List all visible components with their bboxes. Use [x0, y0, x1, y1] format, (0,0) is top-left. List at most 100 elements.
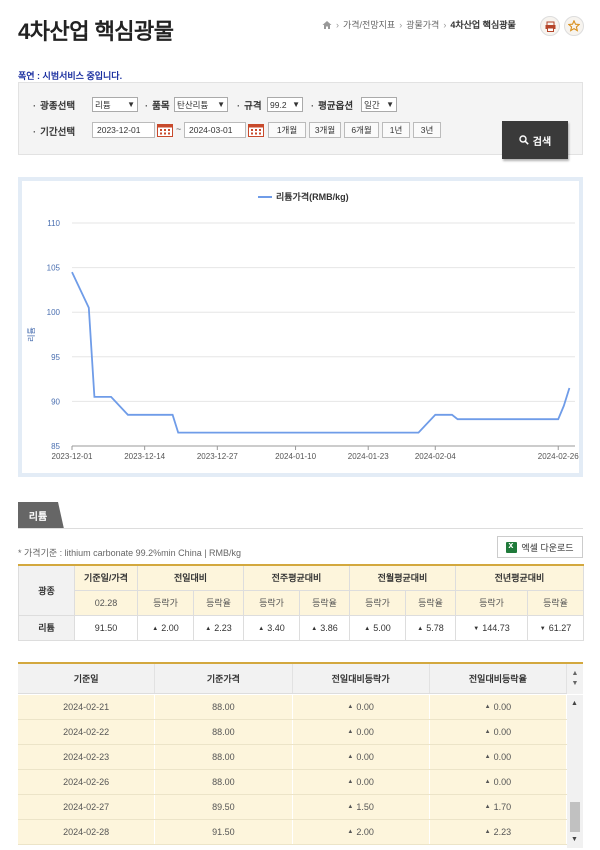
up-arrow-icon: ▲	[417, 625, 424, 632]
y-tick-label: 100	[47, 308, 61, 317]
up-arrow-icon: ▲	[484, 729, 491, 735]
summary-sub-header: 등락가	[349, 589, 406, 616]
summary-sub-header: 등락율	[405, 589, 456, 616]
avg-option-label: 평균옵션	[311, 98, 353, 112]
summary-value: 2.00	[161, 622, 179, 633]
spec-label: 규격	[237, 98, 261, 112]
y-tick-label: 105	[47, 264, 61, 273]
period-1year-button[interactable]: 1년	[382, 122, 410, 138]
detail-cell-rate: ▲ 0.00	[430, 720, 567, 744]
header-scroll-arrows: ▲ ▼	[567, 664, 583, 694]
detail-value: 0.00	[493, 752, 512, 762]
period-3month-button[interactable]: 3개월	[309, 122, 341, 138]
detail-header-date: 기준일	[18, 664, 156, 693]
avg-option-select[interactable]: 일간 ▼	[361, 97, 397, 112]
summary-value: 5.00	[373, 622, 391, 633]
summary-value: 3.40	[267, 622, 285, 633]
calendar-icon[interactable]	[157, 123, 173, 137]
period-6month-button[interactable]: 6개월	[344, 122, 379, 138]
y-tick-label: 95	[51, 353, 60, 362]
table-row: 2024-02-26 88.00 ▲ 0.00 ▲ 0.00	[18, 770, 567, 795]
table-row: 2024-02-28 91.50 ▲ 2.00 ▲ 2.23	[18, 820, 567, 845]
breadcrumb-separator: ›	[336, 19, 339, 30]
down-arrow-icon: ▼	[539, 625, 546, 632]
tab-divider	[18, 528, 583, 529]
summary-value: 5.78	[426, 622, 444, 633]
detail-value: 2024-02-26	[63, 777, 110, 787]
table-row: 2024-02-22 88.00 ▲ 0.00 ▲ 0.00	[18, 720, 567, 745]
chevron-down-icon: ▼	[127, 100, 135, 109]
price-chart-svg: 85 90 95 100 105 110 2023-12-01 2023-12-14 2023-…	[27, 191, 579, 461]
detail-cell-price: 88.00	[155, 695, 293, 719]
date-to-input[interactable]: 2024-03-01	[184, 122, 246, 138]
calendar-icon[interactable]	[248, 123, 264, 137]
y-tick-label: 85	[51, 442, 60, 451]
detail-value: 0.00	[493, 702, 512, 712]
detail-cell-date: 2024-02-27	[18, 795, 156, 819]
detail-value: 2024-02-22	[63, 727, 110, 737]
detail-cell-price: 91.50	[155, 820, 293, 844]
up-arrow-icon: ▲	[484, 829, 491, 835]
item-select[interactable]: 탄산리튬 ▼	[174, 97, 228, 112]
detail-value: 2024-02-28	[63, 827, 110, 837]
scrollbar[interactable]: ▲ ▼	[567, 695, 583, 848]
scroll-up-icon[interactable]: ▲	[571, 700, 578, 707]
summary-header-prev-year: 전년평균대비	[455, 564, 584, 591]
detail-value: 0.00	[356, 702, 374, 712]
detail-cell-date: 2024-02-28	[18, 820, 156, 844]
series-line	[71, 271, 571, 434]
detail-value: 0.00	[356, 752, 374, 762]
summary-mineral: 리튬	[18, 614, 75, 641]
detail-value: 88.00	[212, 727, 235, 737]
spec-select-value: 99.2	[270, 99, 287, 110]
detail-value: 0.00	[356, 777, 374, 787]
x-tick-label: 2023-12-01	[52, 452, 93, 461]
detail-value: 2.00	[356, 827, 374, 837]
up-arrow-icon: ▲	[484, 754, 491, 760]
detail-value: 2.23	[493, 827, 512, 837]
detail-cell-date: 2024-02-26	[18, 770, 156, 794]
excel-download-button[interactable]: 엑셀 다운로드	[497, 536, 583, 558]
y-axis-label: 리튬	[27, 327, 36, 342]
x-tick-label: 2024-02-04	[415, 452, 456, 461]
mineral-select[interactable]: 리튬 ▼	[92, 97, 138, 112]
detail-value: 1.50	[356, 802, 374, 812]
search-button-label: 검색	[532, 136, 552, 148]
summary-sub-header: 등락율	[299, 589, 350, 616]
summary-value: 3.86	[320, 622, 338, 633]
spec-select[interactable]: 99.2 ▼	[267, 97, 303, 112]
scrollbar-thumb[interactable]	[570, 802, 580, 832]
detail-cell-rate: ▲ 0.00	[430, 745, 567, 769]
period-3year-button[interactable]: 3년	[413, 122, 441, 138]
breadcrumb-separator: ›	[399, 19, 403, 30]
breadcrumb-item[interactable]: 가격/전망지표	[343, 18, 395, 31]
x-tick-label: 2023-12-27	[197, 452, 238, 461]
detail-value: 89.50	[212, 802, 235, 812]
scroll-down-icon[interactable]: ▼	[571, 836, 578, 843]
search-button[interactable]: 검색	[502, 121, 568, 159]
tab-slant-decoration	[58, 502, 64, 529]
detail-header-price: 기준가격	[155, 664, 293, 693]
detail-value: 91.50	[212, 827, 235, 837]
up-arrow-icon: ▲	[347, 829, 354, 835]
period-1month-button[interactable]: 1개월	[268, 122, 306, 138]
detail-header-rate: 전일대비등락율	[430, 664, 567, 693]
x-tick-label: 2024-02-26	[538, 452, 579, 461]
price-basis-note: * 가격기준 : lithium carbonate 99.2%min Chin…	[18, 548, 242, 558]
detail-cell-rate: ▲ 0.00	[430, 770, 567, 794]
summary-value-cell: ▲ 2.23	[193, 614, 244, 641]
up-arrow-icon: ▲	[484, 779, 491, 785]
detail-cell-price: 88.00	[155, 720, 293, 744]
table-row: 2024-02-21 88.00 ▲ 0.00 ▲ 0.00	[18, 695, 567, 720]
print-icon	[545, 21, 555, 32]
detail-cell-price: 89.50	[155, 795, 293, 819]
up-arrow-icon: ▲	[311, 625, 318, 632]
detail-cell-rate: ▲ 2.23	[430, 820, 567, 844]
favorite-button[interactable]	[564, 16, 584, 36]
home-icon[interactable]	[322, 20, 332, 30]
tab-lithium[interactable]: 리튬	[18, 502, 58, 529]
date-from-input[interactable]: 2023-12-01	[92, 122, 155, 138]
print-button[interactable]	[540, 16, 560, 36]
avg-option-select-value: 일간	[364, 99, 380, 110]
breadcrumb-item[interactable]: 광물가격	[406, 18, 439, 31]
